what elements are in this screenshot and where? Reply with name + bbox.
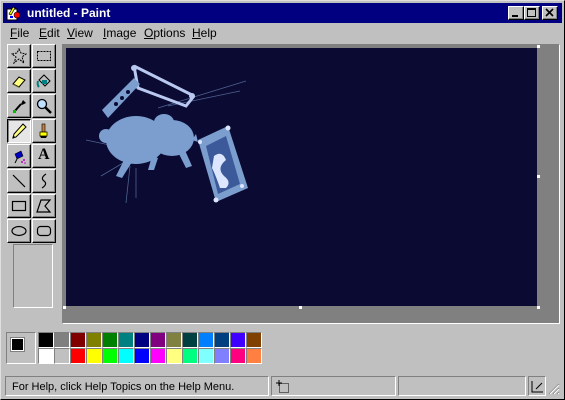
selection-size-icon xyxy=(531,381,543,393)
resize-handle-bottom-right[interactable] xyxy=(537,306,540,309)
cursor-position-icon xyxy=(276,380,289,393)
foreground-color xyxy=(10,337,25,352)
palette-swatch[interactable] xyxy=(118,348,134,364)
palette-swatch[interactable] xyxy=(150,348,166,364)
palette-swatch[interactable] xyxy=(54,348,70,364)
resize-handle-top-right[interactable] xyxy=(537,45,540,48)
maximize-button[interactable] xyxy=(524,6,540,20)
text-tool[interactable]: A xyxy=(32,144,56,168)
free-form-select-tool[interactable] xyxy=(7,44,31,68)
pencil-tool[interactable] xyxy=(7,119,31,143)
select-icon xyxy=(37,51,51,61)
palette-swatch[interactable] xyxy=(230,332,246,348)
pencil-icon xyxy=(12,123,27,139)
menu-bar: File Edit View Image Options Help xyxy=(3,23,562,42)
palette-swatch[interactable] xyxy=(166,332,182,348)
rounded-rectangle-icon xyxy=(36,225,52,237)
tool-box: A xyxy=(7,44,59,316)
paint-window: untitled - Paint File Edit View Image Op… xyxy=(0,0,565,400)
palette-swatch[interactable] xyxy=(70,348,86,364)
status-cursor-pane xyxy=(271,376,396,396)
fill-with-color-tool[interactable] xyxy=(32,69,56,93)
palette-swatch[interactable] xyxy=(54,332,70,348)
line-icon xyxy=(12,174,26,188)
brush-icon xyxy=(39,123,48,138)
palette-swatch[interactable] xyxy=(134,332,150,348)
palette-swatch[interactable] xyxy=(198,332,214,348)
palette-swatch[interactable] xyxy=(166,348,182,364)
paint-app-icon[interactable] xyxy=(6,5,22,21)
minimize-button[interactable] xyxy=(508,6,524,20)
palette-swatch[interactable] xyxy=(38,332,54,348)
title-bar[interactable]: untitled - Paint xyxy=(3,3,562,23)
polygon-tool[interactable] xyxy=(32,194,56,218)
status-help-pane: For Help, click Help Topics on the Help … xyxy=(5,376,269,396)
canvas[interactable] xyxy=(66,48,537,306)
status-size-pane xyxy=(398,376,526,396)
menu-help[interactable]: Help xyxy=(192,26,217,40)
menu-image[interactable]: Image xyxy=(103,26,136,40)
polygon-icon xyxy=(36,199,52,213)
palette-swatch[interactable] xyxy=(86,348,102,364)
eraser-icon xyxy=(12,76,26,88)
status-bar: For Help, click Help Topics on the Help … xyxy=(3,376,562,397)
palette-swatch[interactable] xyxy=(198,348,214,364)
menu-options[interactable]: Options xyxy=(144,26,185,40)
curve-tool[interactable] xyxy=(32,169,56,193)
menu-file[interactable]: File xyxy=(10,26,29,40)
palette-swatch[interactable] xyxy=(150,332,166,348)
line-tool[interactable] xyxy=(7,169,31,193)
tool-options-box[interactable] xyxy=(13,244,53,308)
palette-swatch[interactable] xyxy=(182,348,198,364)
eraser-tool[interactable] xyxy=(7,69,31,93)
pick-color-icon xyxy=(13,100,26,113)
menu-edit[interactable]: Edit xyxy=(39,26,60,40)
palette-swatch[interactable] xyxy=(230,348,246,364)
palette-swatch[interactable] xyxy=(182,332,198,348)
rectangle-tool[interactable] xyxy=(7,194,31,218)
magnifier-icon xyxy=(36,98,52,114)
palette-swatch[interactable] xyxy=(246,348,262,364)
airbrush-tool[interactable] xyxy=(7,144,31,168)
curve-icon xyxy=(41,173,47,189)
free-form-select-icon xyxy=(11,48,27,64)
palette-swatch[interactable] xyxy=(86,332,102,348)
ellipse-icon xyxy=(11,225,27,237)
fill-with-color-icon xyxy=(36,74,51,88)
menu-view[interactable]: View xyxy=(67,26,93,40)
status-selection-pane xyxy=(528,376,546,396)
ellipse-tool[interactable] xyxy=(7,219,31,243)
current-colors[interactable] xyxy=(6,332,36,364)
size-grip-icon[interactable] xyxy=(548,383,560,395)
airbrush-icon xyxy=(14,150,26,164)
palette-swatch[interactable] xyxy=(214,332,230,348)
resize-handle-bottom[interactable] xyxy=(299,306,302,309)
resize-handle-right[interactable] xyxy=(537,175,540,178)
palette-swatch[interactable] xyxy=(70,332,86,348)
pick-color-tool[interactable] xyxy=(7,94,31,118)
palette-swatch[interactable] xyxy=(214,348,230,364)
palette-swatch[interactable] xyxy=(118,332,134,348)
drawing-area xyxy=(62,44,560,324)
close-button[interactable] xyxy=(542,6,558,20)
palette-swatch[interactable] xyxy=(102,332,118,348)
palette-swatch[interactable] xyxy=(246,332,262,348)
brush-tool[interactable] xyxy=(32,119,56,143)
canvas-artwork xyxy=(66,48,537,306)
text-icon: A xyxy=(38,146,50,163)
window-title: untitled - Paint xyxy=(27,6,111,20)
rectangle-icon xyxy=(11,200,27,212)
palette-swatch[interactable] xyxy=(102,348,118,364)
resize-handle-bottom-left[interactable] xyxy=(63,306,66,309)
palette-swatch[interactable] xyxy=(134,348,150,364)
color-box xyxy=(3,330,562,368)
status-help-text: For Help, click Help Topics on the Help … xyxy=(12,381,235,393)
magnifier-tool[interactable] xyxy=(32,94,56,118)
palette-swatch[interactable] xyxy=(38,348,54,364)
rounded-rectangle-tool[interactable] xyxy=(32,219,56,243)
select-tool[interactable] xyxy=(32,44,56,68)
